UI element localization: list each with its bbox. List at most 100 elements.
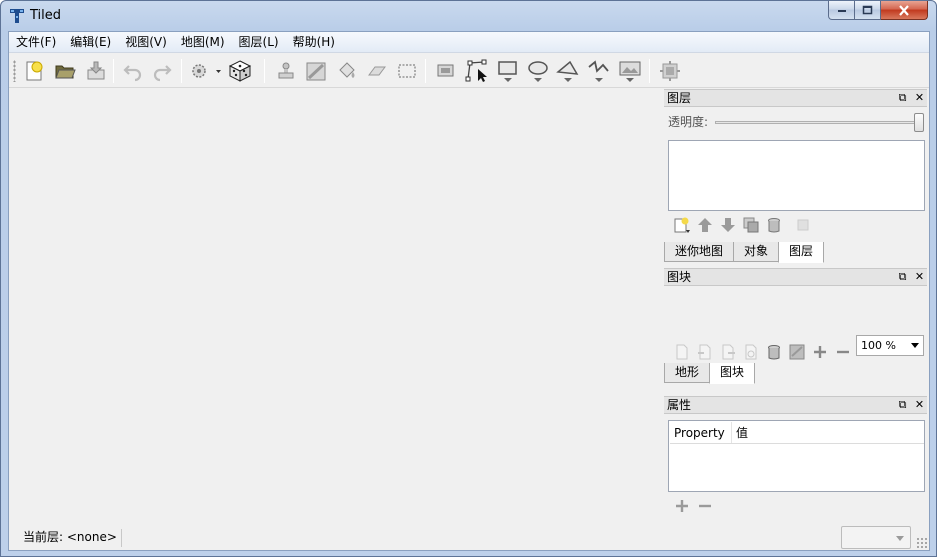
random-mode-button[interactable] <box>228 59 252 83</box>
properties-table[interactable]: Property 值 <box>668 420 925 492</box>
duplicate-icon <box>743 217 758 232</box>
window-controls <box>828 1 928 21</box>
tileset-actions <box>672 342 852 361</box>
new-tileset-icon <box>676 344 687 359</box>
insert-polyline-button[interactable] <box>587 59 611 83</box>
remove-layer-button[interactable] <box>764 215 783 234</box>
insert-polygon-button[interactable] <box>556 59 580 83</box>
export-tileset-icon <box>722 344 735 359</box>
close-button[interactable] <box>881 1 928 20</box>
save-icon <box>87 61 105 80</box>
commands-button[interactable] <box>189 59 223 83</box>
value-column-header[interactable]: 值 <box>732 422 748 443</box>
export-tileset-button[interactable] <box>718 342 737 361</box>
map-editor-area[interactable] <box>9 89 663 529</box>
close-icon[interactable]: ✕ <box>914 398 925 411</box>
tileset-zoom-select[interactable]: 100 % <box>856 335 924 356</box>
trash-icon <box>767 217 780 232</box>
new-tileset-button[interactable] <box>672 342 691 361</box>
insert-rectangle-button[interactable] <box>496 59 520 83</box>
random-dice-icon <box>228 60 252 82</box>
edit-polygons-icon <box>465 59 487 82</box>
opacity-slider-handle[interactable] <box>914 113 924 132</box>
menu-view[interactable]: 视图(V) <box>118 32 174 52</box>
property-actions <box>672 496 714 515</box>
layers-panel: 图层 ⧉ ✕ 透明度: 迷你地图 对象 图层 <box>664 89 927 265</box>
maximize-icon <box>862 5 873 15</box>
redo-button[interactable] <box>150 59 174 83</box>
close-icon[interactable]: ✕ <box>914 91 925 104</box>
redo-icon <box>153 65 172 82</box>
property-column-header[interactable]: Property <box>670 422 732 443</box>
float-icon[interactable]: ⧉ <box>897 91 908 104</box>
open-button[interactable] <box>53 59 77 83</box>
tab-layers[interactable]: 图层 <box>778 242 825 263</box>
remove-property-button[interactable] <box>695 496 714 515</box>
minus-icon <box>698 504 711 507</box>
insert-tile-button[interactable] <box>618 59 642 83</box>
select-objects-icon <box>437 64 454 77</box>
float-icon[interactable]: ⧉ <box>897 270 908 283</box>
remove-tileset-button[interactable] <box>764 342 783 361</box>
stamp-brush-button[interactable] <box>274 59 298 83</box>
main-toolbar <box>9 54 929 88</box>
toolbar-grip[interactable] <box>13 60 16 82</box>
add-layer-button[interactable] <box>672 215 691 234</box>
zoom-in-button[interactable] <box>810 342 829 361</box>
tab-objects[interactable]: 对象 <box>733 242 780 262</box>
eraser-button[interactable] <box>365 59 389 83</box>
layers-panel-title: 图层 ⧉ ✕ <box>664 89 927 107</box>
menu-layer[interactable]: 图层(L) <box>232 32 286 52</box>
menu-map[interactable]: 地图(M) <box>174 32 232 52</box>
tab-minimap[interactable]: 迷你地图 <box>664 242 735 262</box>
menu-help[interactable]: 帮助(H) <box>286 32 342 52</box>
toolbar-separator <box>649 59 650 83</box>
close-icon[interactable]: ✕ <box>914 270 925 283</box>
insert-ellipse-button[interactable] <box>526 59 550 83</box>
opacity-slider-track[interactable] <box>715 121 921 124</box>
title-bar[interactable]: Tiled <box>1 1 936 31</box>
save-button[interactable] <box>84 59 108 83</box>
insert-tile-icon <box>619 61 641 82</box>
import-tileset-button[interactable] <box>695 342 714 361</box>
menu-edit[interactable]: 编辑(E) <box>63 32 118 52</box>
select-objects-button[interactable] <box>434 59 458 83</box>
minus-icon <box>836 350 849 353</box>
insert-polyline-icon <box>588 60 609 82</box>
arrow-up-icon <box>697 217 712 232</box>
menu-file[interactable]: 文件(F) <box>9 32 63 52</box>
new-map-icon <box>26 61 43 81</box>
rect-select-icon <box>398 64 416 78</box>
edit-terrain-button[interactable] <box>787 342 806 361</box>
edit-polygons-button[interactable] <box>465 59 489 83</box>
terrain-brush-button[interactable] <box>304 59 328 83</box>
layer-square-icon <box>797 219 808 230</box>
resize-grip[interactable] <box>916 537 928 549</box>
new-map-button[interactable] <box>22 59 46 83</box>
bucket-fill-button[interactable] <box>335 59 359 83</box>
terrain-icon <box>789 344 804 359</box>
window-title: Tiled <box>30 8 62 23</box>
tab-terrain[interactable]: 地形 <box>664 363 711 383</box>
toggle-layer-button[interactable] <box>793 215 812 234</box>
add-property-button[interactable] <box>672 496 691 515</box>
lower-layer-button[interactable] <box>718 215 737 234</box>
minimize-button[interactable] <box>828 1 855 20</box>
rect-select-button[interactable] <box>395 59 419 83</box>
undo-button[interactable] <box>121 59 145 83</box>
status-bar: 当前层: <none> <box>9 525 929 550</box>
layers-list[interactable] <box>668 140 925 211</box>
tile-properties-button[interactable] <box>658 59 682 83</box>
float-icon[interactable]: ⧉ <box>897 398 908 411</box>
duplicate-layer-button[interactable] <box>741 215 760 234</box>
layers-panel-label: 图层 <box>667 91 692 105</box>
status-zoom-select[interactable] <box>841 526 911 549</box>
properties-header: Property 值 <box>670 422 924 444</box>
insert-rectangle-icon <box>498 61 517 82</box>
tileset-properties-button[interactable] <box>741 342 760 361</box>
zoom-out-button[interactable] <box>833 342 852 361</box>
maximize-button[interactable] <box>855 1 881 20</box>
tab-tilesets[interactable]: 图块 <box>709 363 756 384</box>
undo-icon <box>123 65 142 82</box>
raise-layer-button[interactable] <box>695 215 714 234</box>
